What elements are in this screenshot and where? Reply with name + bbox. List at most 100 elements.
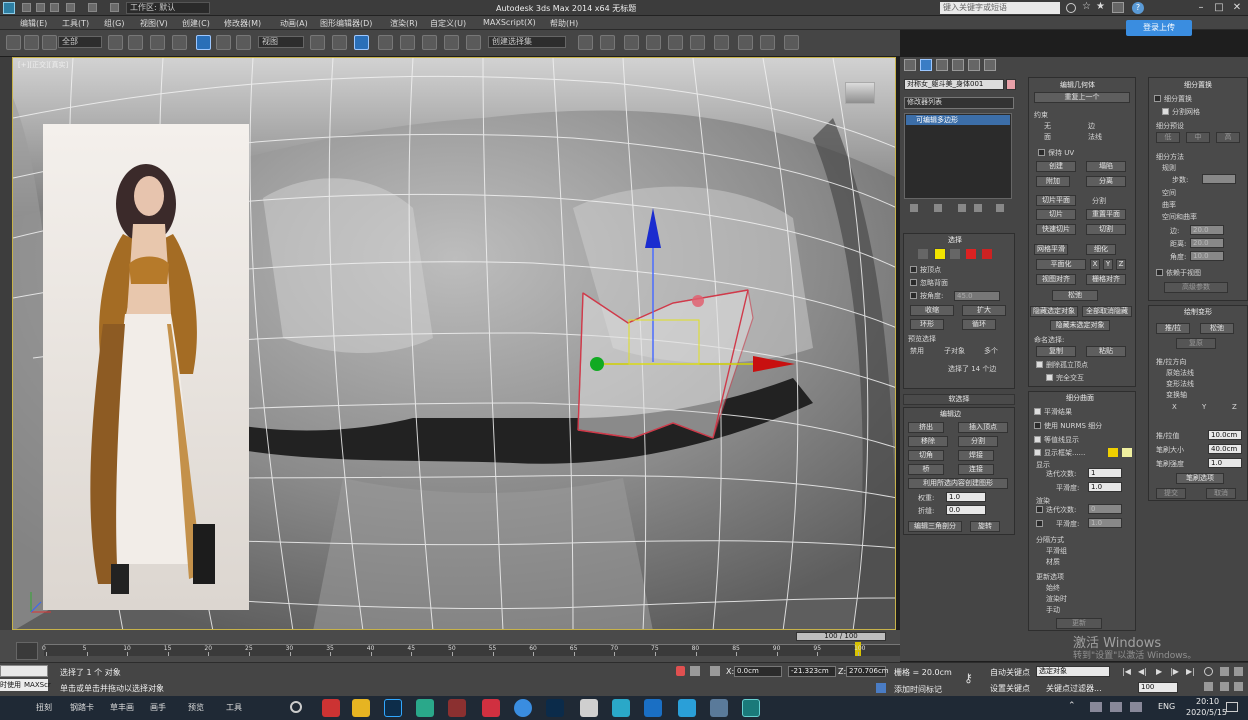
slice-plane-button[interactable]: 切片平面 — [1036, 195, 1076, 206]
binoculars-icon[interactable] — [1066, 3, 1076, 13]
meshsmooth-button[interactable]: 网格平滑 — [1034, 244, 1068, 255]
remove-button[interactable]: 移除 — [908, 436, 948, 447]
disp-angle-spinner[interactable]: 10.0 — [1190, 251, 1224, 261]
view-align-button[interactable]: 视图对齐 — [1036, 274, 1076, 285]
menu-maxscript[interactable]: MAXScript(X) — [483, 18, 536, 27]
hierarchy-tab-icon[interactable] — [936, 59, 948, 71]
select-object-icon[interactable] — [108, 35, 123, 50]
pan-icon[interactable] — [1204, 682, 1213, 691]
menu-animation[interactable]: 动画(A) — [280, 18, 308, 29]
app-icon-11[interactable] — [644, 699, 662, 717]
update-always-radio[interactable]: 始终 — [1046, 583, 1060, 593]
spinner-snap-icon[interactable] — [444, 35, 459, 50]
update-button[interactable]: 更新 — [1056, 618, 1102, 629]
angle-spinner[interactable]: 45.0 — [954, 291, 1000, 301]
insert-vertex-button[interactable]: 插入顶点 — [958, 422, 1008, 433]
rendered-frame-icon[interactable] — [760, 35, 775, 50]
cancel-button[interactable]: 取消 — [1206, 488, 1236, 499]
edge-mode-icon[interactable] — [934, 248, 946, 260]
tessellate-button[interactable]: 细化 — [1086, 244, 1116, 255]
x-button[interactable]: X — [1090, 259, 1100, 270]
axis-z-radio[interactable]: Z — [1232, 403, 1237, 411]
turn-button[interactable]: 旋转 — [970, 521, 1000, 532]
advanced-params-button[interactable]: 高级参数 — [1164, 282, 1228, 293]
edge-spinner[interactable]: 20.0 — [1190, 225, 1224, 235]
brush-strength-spinner[interactable]: 1.0 — [1208, 458, 1242, 468]
vertex-mode-icon[interactable] — [918, 249, 928, 259]
task-tab-5[interactable]: 预览 — [188, 702, 204, 713]
app-icon-5[interactable] — [448, 699, 466, 717]
z-button[interactable]: Z — [1116, 259, 1126, 270]
render-smoothness-checkbox[interactable] — [1036, 520, 1043, 527]
menu-graph-editors[interactable]: 图形编辑器(D) — [320, 18, 372, 29]
track-bar[interactable] — [44, 644, 900, 656]
menu-modifiers[interactable]: 修改器(M) — [224, 18, 261, 29]
ignore-backfacing-checkbox[interactable] — [910, 279, 917, 286]
polygon-mode-icon[interactable] — [966, 249, 976, 259]
current-frame-field[interactable]: 100 — [1138, 682, 1178, 693]
angle-snap-icon[interactable] — [400, 35, 415, 50]
smooth-result-checkbox[interactable] — [1034, 408, 1041, 415]
app-icon-1[interactable] — [322, 699, 340, 717]
menu-rendering[interactable]: 渲染(R) — [390, 18, 418, 29]
copy-button[interactable]: 复制 — [1036, 346, 1076, 357]
stack-item[interactable]: 可编辑多边形 — [906, 115, 1010, 125]
lock-selection-icon[interactable] — [676, 666, 685, 676]
save-file-icon[interactable] — [50, 3, 59, 12]
unlink-icon[interactable] — [42, 35, 57, 50]
new-file-icon[interactable] — [22, 3, 31, 12]
set-key-icon[interactable]: ⚷ — [964, 671, 984, 685]
steps-spinner[interactable] — [1202, 174, 1236, 184]
hide-selected-button[interactable]: 隐藏选定对象 — [1030, 306, 1078, 317]
create-tab-icon[interactable] — [904, 59, 916, 71]
orbit-icon[interactable] — [1220, 682, 1229, 691]
edit-geometry-header[interactable]: 编辑几何体 — [1060, 80, 1095, 90]
split-mesh-checkbox[interactable] — [1162, 108, 1169, 115]
brush-options-button[interactable]: 笔刷选项 — [1176, 473, 1224, 484]
go-to-start-icon[interactable]: |◀ — [1122, 667, 1131, 676]
by-angle-checkbox[interactable] — [910, 292, 917, 299]
redo-icon[interactable] — [88, 3, 97, 12]
isolate-icon[interactable] — [690, 666, 700, 676]
weight-spinner[interactable]: 1.0 — [946, 492, 986, 502]
add-time-tag-icon[interactable] — [876, 683, 886, 693]
viewcube-icon[interactable] — [845, 82, 875, 104]
field-of-view-icon[interactable] — [1234, 667, 1243, 676]
constraint-none-radio[interactable]: 无 — [1044, 121, 1051, 131]
make-unique-icon[interactable] — [958, 204, 966, 212]
materials-checkbox[interactable]: 材质 — [1046, 557, 1060, 567]
graphite-toggle-icon[interactable] — [646, 35, 661, 50]
object-color-swatch[interactable] — [1006, 79, 1016, 90]
preset-low-button[interactable]: 低 — [1156, 132, 1180, 143]
attach-button[interactable]: 附加 — [1036, 176, 1070, 187]
photoshop-icon[interactable] — [384, 699, 402, 717]
axis-x-radio[interactable]: X — [1172, 403, 1177, 411]
view-dependent-checkbox[interactable] — [1156, 269, 1163, 276]
repeat-last-button[interactable]: 重复上一个 — [1034, 92, 1130, 103]
preview-off-radio[interactable]: 禁用 — [910, 346, 924, 356]
relax-button[interactable]: 松弛 — [1052, 290, 1098, 301]
app-logo-icon[interactable] — [3, 2, 15, 14]
help-search-input[interactable]: 键入关键字或短语 — [940, 2, 1060, 14]
use-nurms-checkbox[interactable] — [1034, 422, 1041, 429]
undo-toolbar-icon[interactable] — [6, 35, 21, 50]
subdivision-displacement-header[interactable]: 细分置换 — [1184, 80, 1212, 90]
smoothing-groups-checkbox[interactable]: 平滑组 — [1046, 546, 1067, 556]
track-bar-icon[interactable] — [16, 642, 38, 660]
selection-set-dropdown[interactable]: 选定对象 — [1036, 666, 1110, 677]
commit-button[interactable]: 提交 — [1156, 488, 1186, 499]
app-icon-13[interactable] — [710, 699, 728, 717]
move-icon[interactable] — [196, 35, 211, 50]
timeline-slider[interactable]: 100 / 100 — [796, 632, 886, 641]
element-mode-icon[interactable] — [982, 249, 992, 259]
rotate-icon[interactable] — [216, 35, 231, 50]
menu-create[interactable]: 创建(C) — [182, 18, 210, 29]
soft-selection-rollout[interactable]: 软选择 — [903, 394, 1015, 405]
pivot-center-icon[interactable] — [310, 35, 325, 50]
volume-icon[interactable] — [1110, 702, 1122, 712]
app-icon-9[interactable] — [580, 699, 598, 717]
method-spatial-curvature-radio[interactable]: 空间和曲率 — [1162, 212, 1197, 222]
push-pull-button[interactable]: 推/拉 — [1156, 323, 1190, 334]
modify-tab-icon[interactable] — [920, 59, 932, 71]
slice-button[interactable]: 切片 — [1036, 209, 1076, 220]
